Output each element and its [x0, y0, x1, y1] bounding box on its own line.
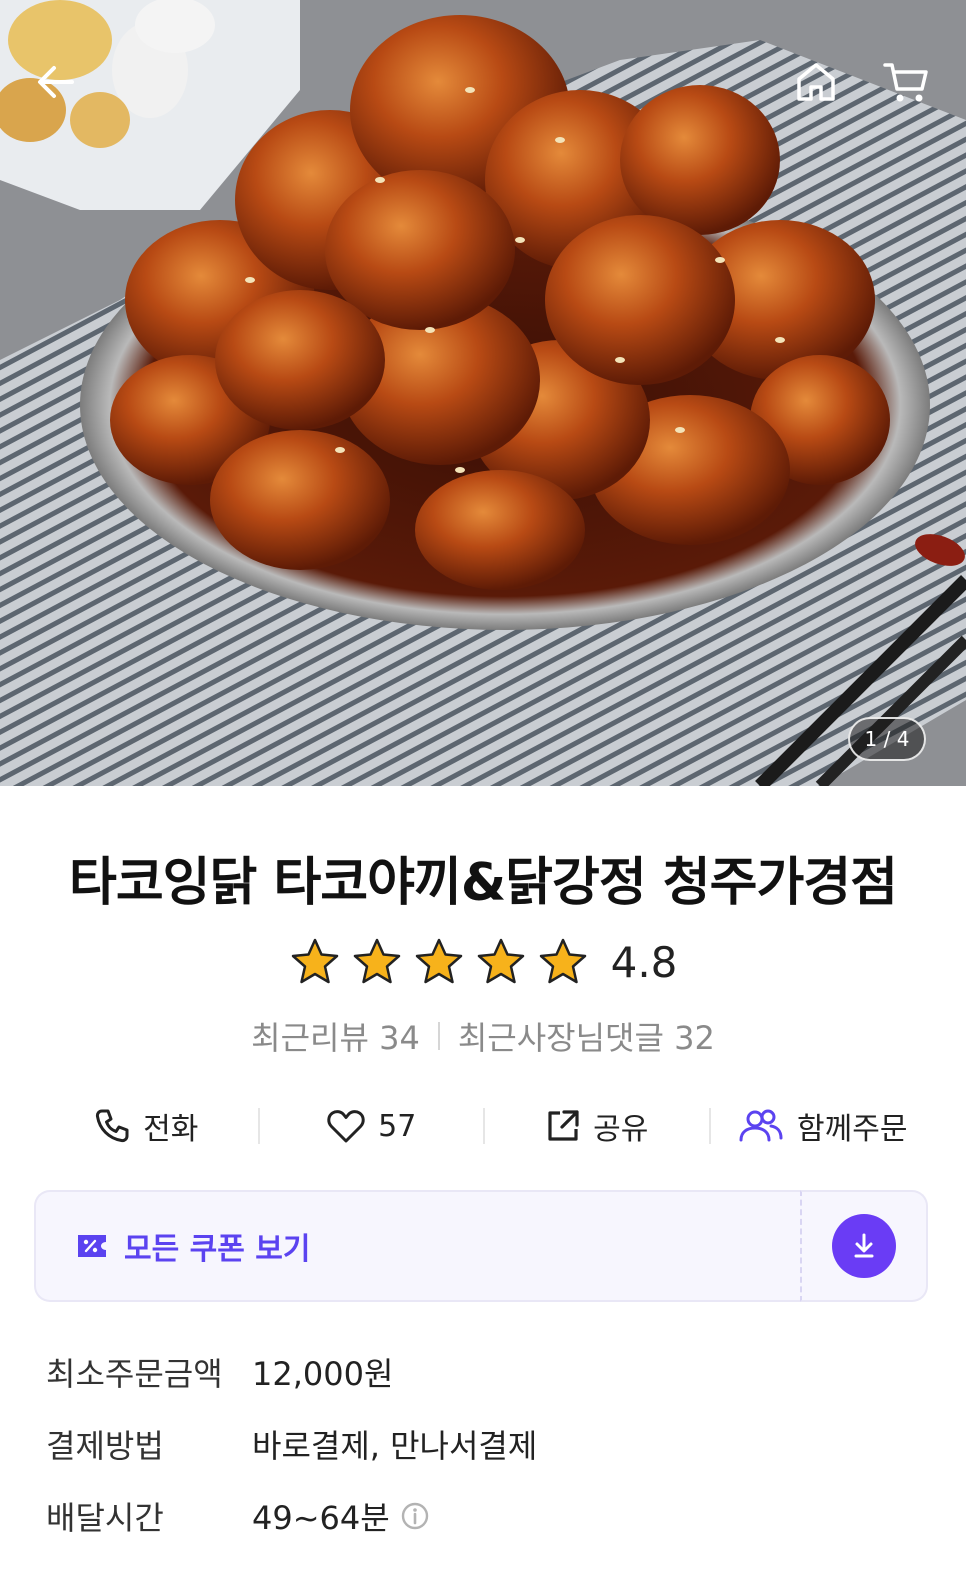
divider [437, 1022, 440, 1050]
recent-reviews-link[interactable]: 최근리뷰 34 [251, 1013, 420, 1059]
min-order-row: 최소주문금액 12,000원 [46, 1348, 926, 1396]
share-icon [548, 1110, 579, 1141]
group-order-button[interactable]: 함께주문 [711, 1098, 935, 1154]
phone-icon [96, 1109, 129, 1143]
group-order-label: 함께주문 [797, 1112, 908, 1147]
rating-row[interactable]: 4.8 [0, 934, 966, 990]
owner-replies-link[interactable]: 최근사장님댓글 32 [458, 1013, 715, 1059]
store-action-bar: 전화 57 공유 함께주문 [34, 1098, 934, 1154]
store-photo-gallery[interactable]: 1 / 4 [0, 0, 966, 786]
like-button[interactable]: 57 [260, 1098, 484, 1154]
star-rating [289, 936, 589, 988]
call-label: 전화 [143, 1112, 199, 1147]
star-icon [291, 938, 338, 984]
call-button[interactable]: 전화 [34, 1098, 258, 1154]
delivery-time-row: 배달시간 49~64분 [46, 1492, 926, 1540]
review-summary[interactable]: 최근리뷰 34 최근사장님댓글 32 [0, 1012, 966, 1060]
download-icon [854, 1233, 874, 1258]
info-icon[interactable] [400, 1501, 430, 1531]
gallery-page-indicator: 1 / 4 [848, 717, 926, 761]
min-order-label: 최소주문금액 [46, 1355, 223, 1393]
payment-row: 결제방법 바로결제, 만나서결제 [46, 1420, 926, 1468]
coupon-download-button[interactable] [832, 1214, 896, 1278]
coupon-download-area [800, 1190, 928, 1302]
star-icon [539, 938, 586, 984]
cart-icon [883, 63, 928, 102]
payment-label: 결제방법 [46, 1427, 164, 1465]
back-button[interactable] [24, 50, 88, 114]
share-label: 공유 [593, 1112, 649, 1147]
star-icon [415, 938, 462, 984]
delivery-time-value: 49~64분 [252, 1499, 390, 1537]
cart-button[interactable] [874, 50, 938, 114]
group-users-icon [739, 1109, 783, 1142]
home-button[interactable] [784, 50, 848, 114]
all-coupons-label: 모든 쿠폰 보기 [124, 1232, 311, 1267]
coupon-icon [78, 1235, 106, 1257]
fried-chicken-photo [0, 0, 966, 786]
like-count: 57 [378, 1108, 417, 1144]
delivery-time-value-group: 49~64분 [252, 1493, 430, 1539]
arrow-left-icon [38, 66, 74, 98]
share-button[interactable]: 공유 [485, 1098, 709, 1154]
home-icon [797, 63, 835, 101]
all-coupons-button[interactable]: 모든 쿠폰 보기 [34, 1190, 800, 1302]
star-icon [477, 938, 524, 984]
rating-value: 4.8 [610, 937, 678, 987]
delivery-time-label: 배달시간 [46, 1499, 164, 1537]
store-name: 타코잉닭 타코야끼&닭강정 청주가경점 [69, 853, 898, 913]
star-icon [353, 938, 400, 984]
heart-icon [327, 1110, 365, 1143]
payment-value: 바로결제, 만나서결제 [252, 1427, 538, 1465]
min-order-value: 12,000원 [252, 1355, 394, 1393]
